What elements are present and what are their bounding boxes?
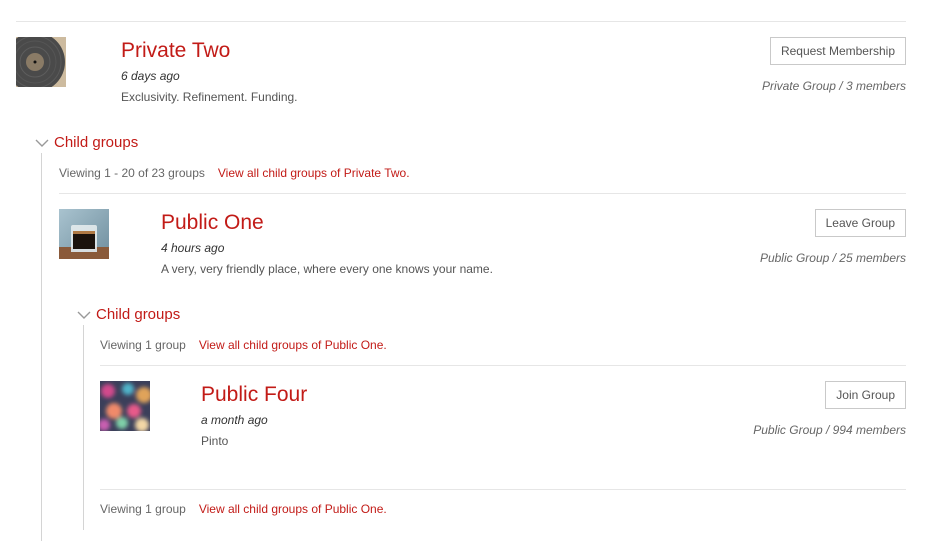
group-description: Exclusivity. Refinement. Funding. — [121, 90, 298, 104]
divider — [59, 193, 906, 194]
group-type-members: Public Group / 25 members — [759, 251, 906, 265]
last-active: 6 days ago — [121, 69, 180, 83]
pagination-info: Viewing 1 group View all child groups of… — [100, 339, 387, 351]
viewing-count: Viewing 1 group — [100, 502, 186, 516]
vinyl-record-icon — [16, 37, 66, 87]
divider — [100, 365, 906, 366]
tree-line — [41, 153, 42, 541]
group-type-members: Private Group / 3 members — [761, 79, 906, 93]
child-groups-toggle[interactable]: Child groups — [35, 135, 138, 150]
pagination-info: Viewing 1 group View all child groups of… — [100, 503, 387, 515]
last-active: 4 hours ago — [161, 241, 225, 255]
view-all-child-groups-link[interactable]: View all child groups of Private Two. — [218, 167, 410, 179]
group-title-private-two[interactable]: Private Two — [121, 40, 230, 61]
tree-line — [83, 325, 84, 530]
divider — [16, 21, 906, 22]
join-group-button[interactable]: Join Group — [825, 381, 906, 409]
bokeh-lights-icon — [100, 381, 150, 431]
chevron-down-icon — [35, 139, 49, 147]
divider — [100, 489, 906, 490]
last-active: a month ago — [201, 413, 268, 427]
group-description: Pinto — [201, 434, 229, 448]
group-description: A very, very friendly place, where every… — [161, 262, 493, 276]
viewing-count: Viewing 1 group — [100, 338, 186, 352]
espresso-glass-icon — [59, 209, 109, 259]
chevron-down-icon — [77, 311, 91, 319]
child-groups-heading: Child groups — [54, 134, 139, 151]
pagination-info: Viewing 1 - 20 of 23 groups View all chi… — [59, 167, 410, 179]
group-avatar-private-two[interactable] — [16, 37, 66, 87]
group-type-members: Public Group / 994 members — [753, 423, 906, 437]
group-avatar-public-one[interactable] — [59, 209, 109, 259]
view-all-child-groups-link[interactable]: View all child groups of Public One. — [199, 503, 387, 515]
view-all-child-groups-link[interactable]: View all child groups of Public One. — [199, 339, 387, 351]
leave-group-button[interactable]: Leave Group — [814, 209, 906, 237]
request-membership-button[interactable]: Request Membership — [769, 37, 906, 65]
group-avatar-public-four[interactable] — [100, 381, 150, 431]
viewing-count: Viewing 1 - 20 of 23 groups — [59, 166, 205, 180]
child-groups-heading: Child groups — [96, 306, 181, 323]
group-title-public-one[interactable]: Public One — [161, 212, 264, 233]
child-groups-toggle[interactable]: Child groups — [77, 307, 180, 322]
group-title-public-four[interactable]: Public Four — [201, 384, 307, 405]
